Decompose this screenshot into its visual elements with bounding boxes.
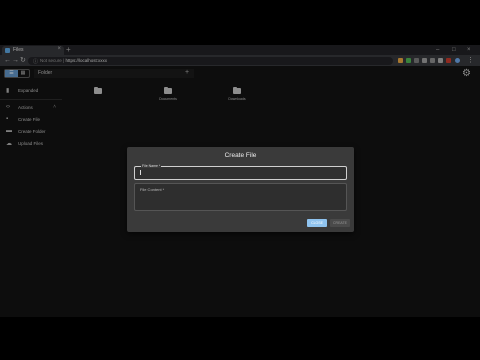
screen-frame: Files × + – □ × ← → ↻ ⓘ Not secure | htt… (0, 45, 480, 317)
create-file-dialog: Create File File Name * File Content * C… (127, 147, 354, 232)
text-cursor (140, 170, 141, 175)
file-content-label: File Content * (140, 187, 165, 192)
file-name-field[interactable]: File Name * (134, 164, 347, 180)
file-name-label: File Name * (141, 164, 162, 168)
close-button[interactable]: CLOSE (307, 219, 327, 227)
create-button[interactable]: CREATE (330, 219, 350, 227)
dialog-title: Create File (224, 152, 257, 159)
file-content-field[interactable]: File Content * (134, 183, 347, 211)
